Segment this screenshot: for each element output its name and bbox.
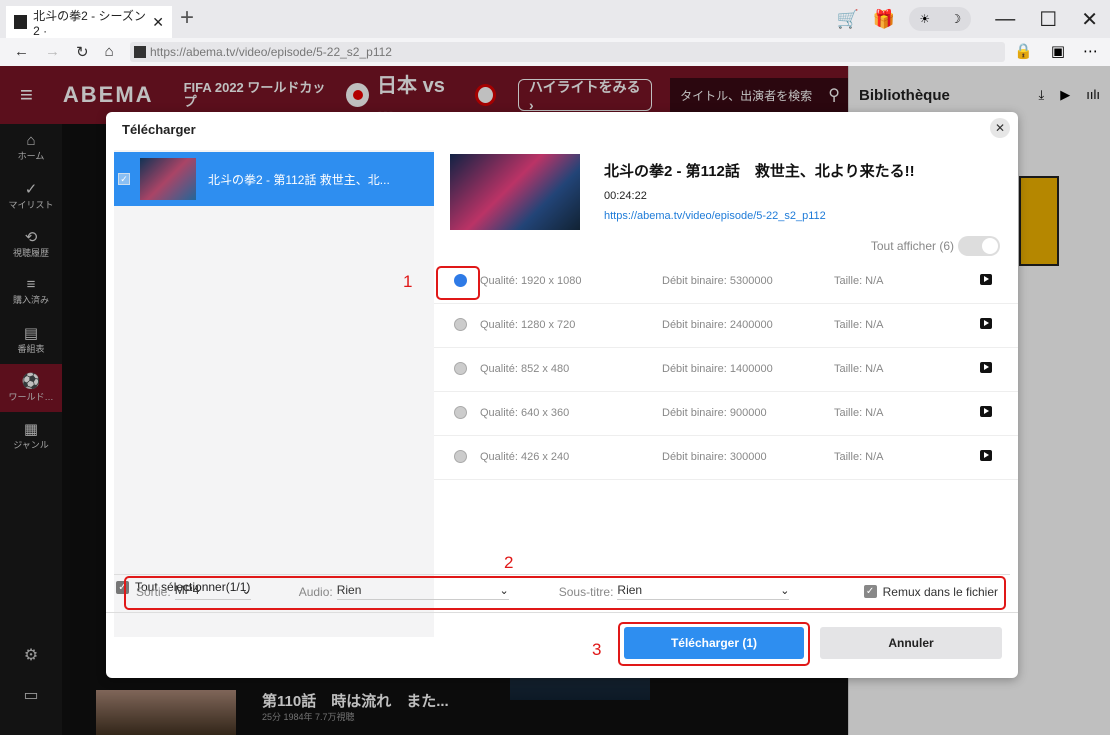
theme-toggle[interactable]: ☀ ☽ [909,7,972,31]
close-icon[interactable]: ✕ [990,118,1010,138]
annotation-number: 1 [403,272,413,291]
quality-radio[interactable] [454,318,467,331]
bitrate-label: Débit binaire: 900000 [662,407,767,419]
sun-icon: ☀ [919,12,931,26]
dialog-footer: Télécharger (1) Annuler [106,612,1018,678]
quality-label: Qualité: 852 x 480 [480,363,570,375]
quality-row[interactable]: Qualité: 1920 x 1080 Débit binaire: 5300… [434,260,1018,304]
tab-title: 北斗の拳2 - シーズン2 · [33,8,146,38]
quality-radio[interactable] [454,406,467,419]
annotation-number: 2 [504,553,514,572]
annotation-box-quality [436,266,480,300]
url-field[interactable]: https://abema.tv/video/episode/5-22_s2_p… [130,42,1005,62]
dialog-title: Télécharger [122,122,196,137]
quality-row[interactable]: Qualité: 640 x 360 Débit binaire: 900000… [434,392,1018,436]
quality-row[interactable]: Qualité: 852 x 480 Débit binaire: 140000… [434,348,1018,392]
quality-label: Qualité: 640 x 360 [480,407,570,419]
nav-buttons: ← → ↻ ⌂ [0,43,140,61]
gift-icon[interactable]: 🎁 [873,9,895,30]
extension-icon[interactable]: ▣ [1051,42,1065,60]
forward-icon[interactable]: → [45,43,60,61]
site-favicon-icon [134,46,146,58]
chrome-controls: 🛒 🎁 ☀ ☽ — ☐ ✕ [836,0,1110,38]
bitrate-label: Débit binaire: 1400000 [662,363,773,375]
minimize-button[interactable]: — [995,8,1015,31]
bitrate-label: Débit binaire: 5300000 [662,275,773,287]
item-thumbnail [140,158,196,200]
play-icon[interactable] [980,274,992,285]
detail-title: 北斗の拳2 - 第112話 救世主、北より来たる!! [604,163,915,180]
back-icon[interactable]: ← [14,43,29,61]
size-label: Taille: N/A [834,363,884,375]
item-checkbox[interactable]: ✓ [118,173,130,185]
list-item[interactable]: ✓ 北斗の拳2 - 第112話 救世主、北... [114,152,434,206]
cart-icon[interactable]: 🛒 [836,9,858,30]
show-all-label: Tout afficher (6) [870,239,954,253]
detail-thumbnail [450,154,580,230]
favicon-icon [14,15,28,29]
address-actions: 🔒 ▣ ⋯ [1014,42,1098,60]
annotation-box-options [124,576,1006,610]
quality-label: Qualité: 1280 x 720 [480,319,576,331]
maximize-button[interactable]: ☐ [1039,7,1057,32]
play-icon[interactable] [980,362,992,373]
close-window-button[interactable]: ✕ [1081,7,1098,32]
address-bar: ← → ↻ ⌂ https://abema.tv/video/episode/5… [0,38,1110,66]
video-detail: 北斗の拳2 - 第112話 救世主、北より来たる!! 00:24:22 http… [434,150,1018,637]
annotation-box-download [618,622,810,666]
annotation-number: 3 [592,640,602,659]
size-label: Taille: N/A [834,319,884,331]
browser-tab[interactable]: 北斗の拳2 - シーズン2 · ✕ [6,6,172,38]
moon-icon: ☽ [950,12,962,26]
url-text: https://abema.tv/video/episode/5-22_s2_p… [150,45,392,59]
reload-icon[interactable]: ↻ [76,43,89,61]
browser-tabbar: 北斗の拳2 - シーズン2 · ✕ + 🛒 🎁 ☀ ☽ — ☐ ✕ [0,0,1110,38]
play-icon[interactable] [980,406,992,417]
detail-url[interactable]: https://abema.tv/video/episode/5-22_s2_p… [604,210,826,222]
toggle-switch[interactable] [958,236,1000,256]
size-label: Taille: N/A [834,451,884,463]
bitrate-label: Débit binaire: 2400000 [662,319,773,331]
tab-close-icon[interactable]: ✕ [152,14,164,31]
quality-row[interactable]: Qualité: 1280 x 720 Débit binaire: 24000… [434,304,1018,348]
quality-row[interactable]: Qualité: 426 x 240 Débit binaire: 300000… [434,436,1018,480]
quality-label: Qualité: 426 x 240 [480,451,570,463]
play-icon[interactable] [980,450,992,461]
more-icon[interactable]: ⋯ [1083,42,1098,60]
video-list: ✓ 北斗の拳2 - 第112話 救世主、北... ✓ Tout sélectio… [114,150,434,637]
play-icon[interactable] [980,318,992,329]
show-all-toggle[interactable]: Tout afficher (6) [871,236,1000,256]
size-label: Taille: N/A [834,275,884,287]
quality-label: Qualité: 1920 x 1080 [480,275,582,287]
detail-duration: 00:24:22 [604,190,647,202]
lock-icon[interactable]: 🔒 [1014,42,1033,60]
item-title: 北斗の拳2 - 第112話 救世主、北... [208,172,390,187]
home-icon[interactable]: ⌂ [105,43,114,61]
quality-radio[interactable] [454,362,467,375]
new-tab-button[interactable]: + [180,6,194,30]
quality-radio[interactable] [454,450,467,463]
bitrate-label: Débit binaire: 300000 [662,451,767,463]
cancel-button[interactable]: Annuler [820,627,1002,659]
size-label: Taille: N/A [834,407,884,419]
